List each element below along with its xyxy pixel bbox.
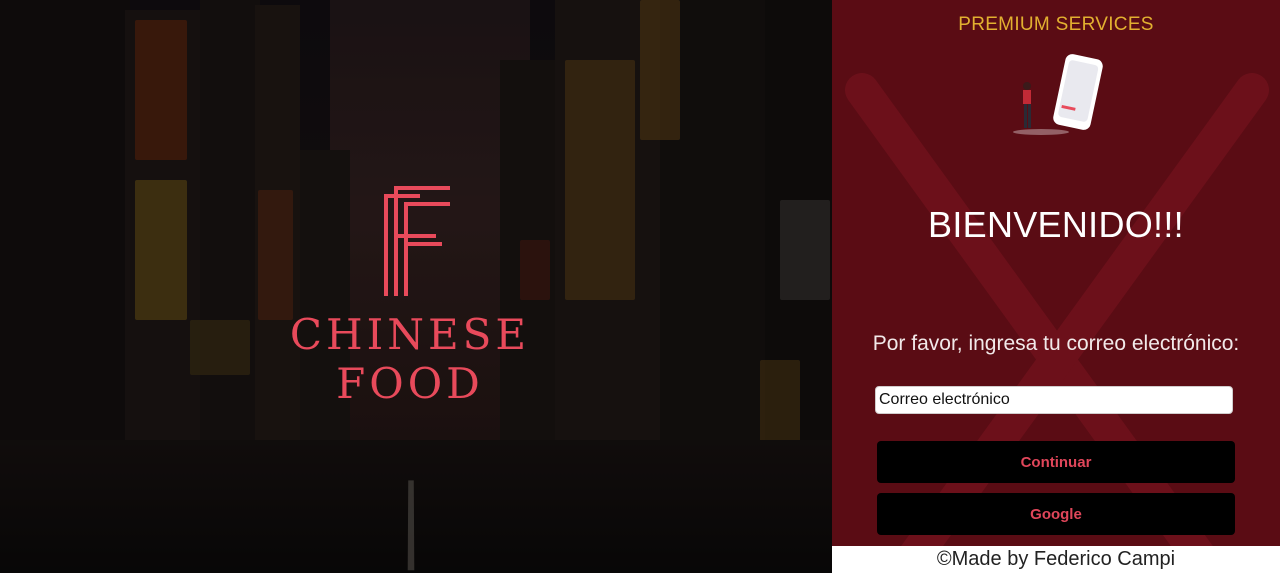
hero-section: CHINESE FOOD [0, 0, 832, 573]
email-prompt: Por favor, ingresa tu correo electrónico… [872, 332, 1240, 355]
login-panel: PREMIUM SERVICES BIENVENIDO!!! Por favor… [832, 0, 1280, 546]
continue-button[interactable]: Continuar [877, 441, 1235, 483]
brand-name: CHINESE FOOD [289, 310, 531, 408]
person-phone-illustration-icon [1013, 54, 1103, 135]
premium-services-label: PREMIUM SERVICES [958, 14, 1154, 35]
email-input[interactable] [875, 386, 1233, 414]
google-button[interactable]: Google [877, 493, 1235, 535]
welcome-title: BIENVENIDO!!! [928, 204, 1184, 245]
footer-credit: ©Made by Federico Campi [832, 546, 1280, 573]
ff-monogram-icon [384, 186, 450, 296]
